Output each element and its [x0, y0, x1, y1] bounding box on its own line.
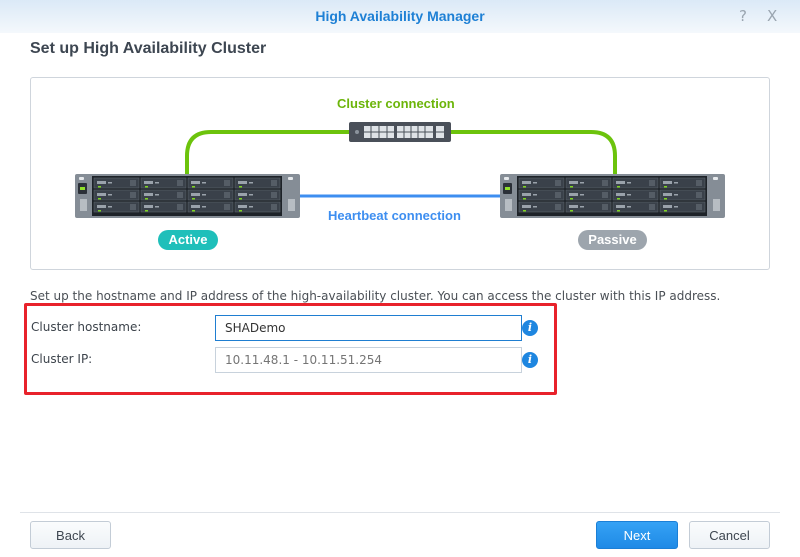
cluster-hostname-label: Cluster hostname:: [31, 320, 142, 334]
cluster-ip-input[interactable]: [215, 347, 522, 373]
passive-status-badge: Passive: [578, 230, 647, 250]
passive-nas-icon: [500, 174, 725, 218]
back-button[interactable]: Back: [30, 521, 111, 549]
next-button[interactable]: Next: [596, 521, 678, 549]
cluster-ip-label: Cluster IP:: [31, 352, 93, 366]
heartbeat-connection-label: Heartbeat connection: [328, 208, 461, 223]
network-switch-icon: [349, 122, 451, 142]
active-status-badge: Active: [158, 230, 218, 250]
cluster-hostname-input[interactable]: [215, 315, 522, 341]
cancel-button[interactable]: Cancel: [689, 521, 770, 549]
window-title: High Availability Manager: [315, 8, 485, 24]
ha-diagram: Cluster connection Heartbeat connection …: [30, 77, 770, 270]
window-titlebar: High Availability Manager ? X: [0, 0, 800, 33]
close-icon[interactable]: X: [767, 7, 777, 25]
active-nas-icon: [75, 174, 300, 218]
ip-info-icon[interactable]: i: [522, 352, 538, 368]
cluster-connection-label: Cluster connection: [337, 96, 455, 111]
hostname-info-icon[interactable]: i: [522, 320, 538, 336]
form-description: Set up the hostname and IP address of th…: [30, 289, 721, 303]
help-icon[interactable]: ?: [739, 7, 747, 25]
footer-divider: [20, 512, 780, 513]
page-title: Set up High Availability Cluster: [30, 40, 267, 57]
